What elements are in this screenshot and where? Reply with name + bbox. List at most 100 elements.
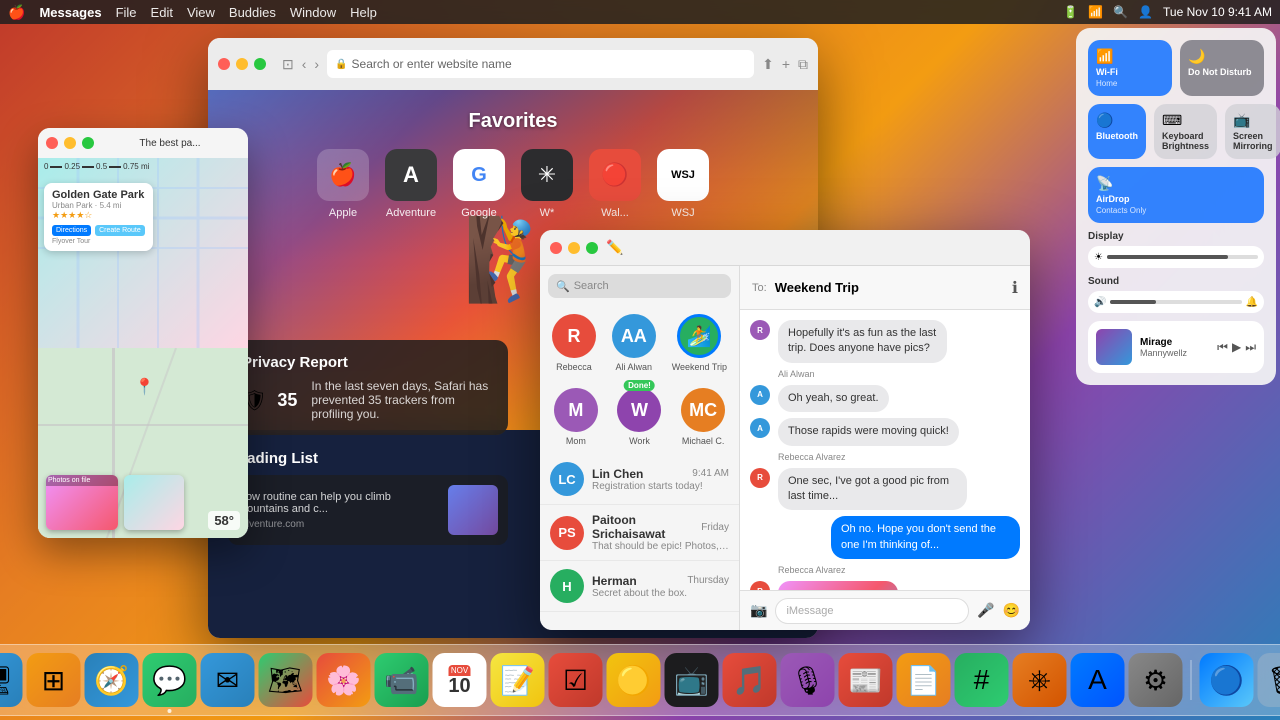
dock-reminders[interactable]: ☑ xyxy=(549,653,603,707)
apple-menu[interactable]: 🍎 xyxy=(8,4,25,21)
next-icon[interactable]: ⏭ xyxy=(1245,340,1256,355)
safari-traffic-lights xyxy=(218,58,266,70)
play-icon[interactable]: ▶ xyxy=(1232,340,1241,355)
maps-traffic-lights xyxy=(46,137,94,149)
reading-list-item[interactable]: How routine can help you climb mountains… xyxy=(228,475,508,545)
dock-facetime[interactable]: 📹 xyxy=(375,653,429,707)
menubar-search-icon[interactable]: 🔍 xyxy=(1113,5,1128,19)
dock-stickies[interactable]: 🟡 xyxy=(607,653,661,707)
map-directions-button[interactable]: Directions xyxy=(52,225,91,236)
messages-audio-icon[interactable]: 🎤 xyxy=(977,602,994,619)
menubar-view[interactable]: View xyxy=(187,5,215,20)
maps-minimize-button[interactable] xyxy=(64,137,76,149)
map-action-buttons: Directions Create Route xyxy=(52,225,145,236)
messages-avatar-ali[interactable]: AA Ali Alwan xyxy=(612,314,656,372)
cc-row-2: 🔵 Bluetooth ⌨ Keyboard Brightness 📺 Scre… xyxy=(1088,104,1264,159)
maps-window-title: The best pa... xyxy=(100,138,240,149)
dock-finder[interactable]: 🖥 xyxy=(0,653,23,707)
dock-app2[interactable]: 🔵 xyxy=(1200,653,1254,707)
messages-close-button[interactable] xyxy=(550,242,562,254)
msg-info-icon[interactable]: ℹ xyxy=(1012,278,1018,298)
cc-keyboard-tile[interactable]: ⌨ Keyboard Brightness xyxy=(1154,104,1217,159)
cc-display-slider[interactable]: ☀ xyxy=(1088,246,1264,268)
fav-adventure-label: Adventure xyxy=(386,207,436,219)
safari-close-button[interactable] xyxy=(218,58,230,70)
fav-adventure[interactable]: A Adventure xyxy=(385,149,437,219)
dock-appstore[interactable]: A xyxy=(1071,653,1125,707)
messages-avatar-weekend[interactable]: 🏄 Weekend Trip xyxy=(672,314,727,372)
dock-photos[interactable]: 🌸 xyxy=(317,653,371,707)
messages-input-field[interactable]: iMessage xyxy=(775,598,969,624)
safari-share-icon[interactable]: ⬆ xyxy=(762,56,774,73)
messages-camera-icon[interactable]: 📷 xyxy=(750,602,767,619)
menubar-file[interactable]: File xyxy=(116,5,137,20)
messages-maximize-button[interactable] xyxy=(586,242,598,254)
fav-apple[interactable]: 🍎 Apple xyxy=(317,149,369,219)
fav-google[interactable]: G Google xyxy=(453,149,505,219)
safari-back-icon[interactable]: ‹ xyxy=(302,56,307,73)
cc-dnd-tile[interactable]: 🌙 Do Not Disturb xyxy=(1180,40,1264,96)
messages-compose-icon[interactable]: ✏️ xyxy=(606,239,623,256)
cc-np-controls[interactable]: ⏮ ▶ ⏭ xyxy=(1217,340,1256,355)
safari-forward-icon[interactable]: › xyxy=(314,56,319,73)
dock-safari[interactable]: 🧭 xyxy=(85,653,139,707)
cc-airdrop-tile[interactable]: 📡 AirDrop Contacts Only xyxy=(1088,167,1264,223)
cc-wifi-tile[interactable]: 📶 Wi-Fi Home xyxy=(1088,40,1172,96)
menubar-buddies[interactable]: Buddies xyxy=(229,5,276,20)
messages-emoji-icon[interactable]: 😊 xyxy=(1003,602,1020,619)
map-route-button[interactable]: Create Route xyxy=(95,225,145,236)
msg-avatar-lin: LC xyxy=(550,462,584,496)
safari-new-tab-icon[interactable]: + xyxy=(782,56,790,73)
safari-split-icon[interactable]: ⧉ xyxy=(798,56,808,73)
menubar-app-name[interactable]: Messages xyxy=(39,5,101,20)
dock-launchpad[interactable]: ⊞ xyxy=(27,653,81,707)
dock-notes[interactable]: 📝 xyxy=(491,653,545,707)
fav-wildcard[interactable]: ✳ W* xyxy=(521,149,573,219)
avatar-work-name: Work xyxy=(629,436,650,446)
messages-list-item-1[interactable]: PS Paitoon Srichaisawat Friday That shou… xyxy=(540,505,739,561)
dock-messages[interactable]: 💬 xyxy=(143,653,197,707)
dock-tv[interactable]: 📺 xyxy=(665,653,719,707)
messages-avatar-work[interactable]: W Done! Work xyxy=(617,388,661,446)
messages-avatar-rebecca[interactable]: R Rebecca xyxy=(552,314,596,372)
safari-sidebar-icon[interactable]: ⊡ xyxy=(282,56,294,73)
reading-list-source: adventure.com xyxy=(238,519,438,530)
messages-avatar-michael[interactable]: MC Michael C. xyxy=(681,388,725,446)
menubar-help[interactable]: Help xyxy=(350,5,377,20)
maps-maximize-button[interactable] xyxy=(82,137,94,149)
fav-wsj[interactable]: WSJ WSJ xyxy=(657,149,709,219)
cc-sound-section: Sound 🔊 🔔 xyxy=(1088,276,1264,313)
msg-bubble-3: One sec, I've got a good pic from last t… xyxy=(778,468,967,511)
messages-list-item-2[interactable]: H Herman Thursday Secret about the box. xyxy=(540,561,739,612)
cc-sound-slider[interactable]: 🔊 🔔 xyxy=(1088,291,1264,313)
safari-maximize-button[interactable] xyxy=(254,58,266,70)
map-flyover-button[interactable]: Flyover Tour xyxy=(52,238,145,245)
dock-system-preferences[interactable]: ⚙ xyxy=(1129,653,1183,707)
dock-calendar[interactable]: NOV 10 xyxy=(433,653,487,707)
messages-search[interactable]: 🔍 Search xyxy=(548,274,731,298)
menubar-window[interactable]: Window xyxy=(290,5,336,20)
safari-address-bar[interactable]: 🔒 Search or enter website name xyxy=(327,50,754,78)
safari-minimize-button[interactable] xyxy=(236,58,248,70)
maps-close-button[interactable] xyxy=(46,137,58,149)
menubar-siri-icon[interactable]: 👤 xyxy=(1138,5,1153,19)
messages-avatar-mom[interactable]: M Mom xyxy=(554,388,598,446)
dock-numbers[interactable]: # xyxy=(955,653,1009,707)
dock-news[interactable]: 📰 xyxy=(839,653,893,707)
dock-keynote[interactable]: ⎈ xyxy=(1013,653,1067,707)
dock-music[interactable]: 🎵 xyxy=(723,653,777,707)
dock-pages[interactable]: 📄 xyxy=(897,653,951,707)
messages-minimize-button[interactable] xyxy=(568,242,580,254)
prev-icon[interactable]: ⏮ xyxy=(1217,340,1228,355)
msg-time-paitoon: Friday xyxy=(701,522,729,533)
dock-mail[interactable]: ✉ xyxy=(201,653,255,707)
cc-screen-mirroring-tile[interactable]: 📺 Screen Mirroring xyxy=(1225,104,1280,159)
dock-podcasts[interactable]: 🎙 xyxy=(781,653,835,707)
messages-list-item-0[interactable]: LC Lin Chen 9:41 AM Registration starts … xyxy=(540,454,739,505)
fav-walmart[interactable]: 🔴 Wal... xyxy=(589,149,641,219)
cc-bluetooth-tile[interactable]: 🔵 Bluetooth xyxy=(1088,104,1146,159)
menubar-edit[interactable]: Edit xyxy=(151,5,173,20)
dock-trash[interactable]: 🗑 xyxy=(1258,653,1280,707)
brightness-icon: ☀ xyxy=(1094,252,1103,263)
dock-maps[interactable]: 🗺 xyxy=(259,653,313,707)
